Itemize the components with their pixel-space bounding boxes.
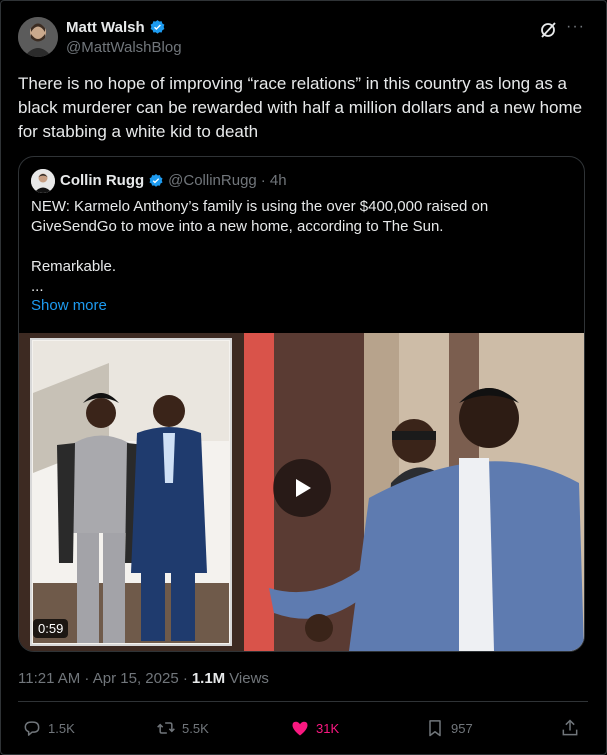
like-button[interactable]: 31K <box>290 718 339 738</box>
views-label: Views <box>229 670 269 687</box>
author-handle[interactable]: @MattWalshBlog <box>66 39 182 56</box>
bookmark-button[interactable]: 957 <box>425 718 473 738</box>
share-icon <box>562 719 578 736</box>
repost-count: 5.5K <box>182 720 209 736</box>
play-icon <box>296 479 311 497</box>
divider <box>18 701 588 702</box>
author-name[interactable]: Matt Walsh <box>66 19 145 36</box>
video-player[interactable]: 0:59 <box>19 333 584 651</box>
author-name-row[interactable]: Matt Walsh <box>66 19 166 36</box>
show-more-link[interactable]: Show more <box>31 297 107 314</box>
grok-icon[interactable] <box>538 20 558 40</box>
tweet-meta: 11:21 AM · Apr 15, 2025 · 1.1M Views <box>18 670 269 687</box>
quoted-author-handle[interactable]: @CollinRugg <box>168 172 257 189</box>
more-icon[interactable]: ··· <box>566 18 586 38</box>
video-duration: 0:59 <box>33 619 69 638</box>
reply-icon <box>24 721 40 736</box>
verified-badge-icon <box>150 20 164 34</box>
verified-badge-icon <box>149 173 163 187</box>
repost-button[interactable]: 5.5K <box>156 718 209 738</box>
tweet-timestamp[interactable]: 11:21 AM · Apr 15, 2025 · <box>18 670 188 687</box>
quoted-text: NEW: Karmelo Anthony’s family is using t… <box>31 198 489 295</box>
play-button[interactable] <box>273 459 331 517</box>
repost-icon <box>157 722 175 734</box>
quoted-author-avatar[interactable] <box>31 169 55 193</box>
author-avatar[interactable] <box>18 17 58 57</box>
bookmark-icon <box>429 720 441 737</box>
share-button[interactable] <box>560 718 580 738</box>
quoted-header: Collin Rugg @CollinRugg · 4h <box>60 172 287 189</box>
tweet-text: There is no hope of improving “race rela… <box>18 74 583 141</box>
like-icon <box>292 721 308 736</box>
reply-button[interactable]: 1.5K <box>22 718 75 738</box>
quoted-time: · 4h <box>260 172 287 189</box>
views-count: 1.1M <box>191 670 226 687</box>
reply-count: 1.5K <box>48 720 75 736</box>
quoted-author-name[interactable]: Collin Rugg <box>60 172 144 189</box>
quoted-tweet[interactable]: Collin Rugg @CollinRugg · 4h NEW: Karmel… <box>18 156 585 652</box>
like-count: 31K <box>316 720 340 736</box>
bookmark-count: 957 <box>451 720 473 736</box>
